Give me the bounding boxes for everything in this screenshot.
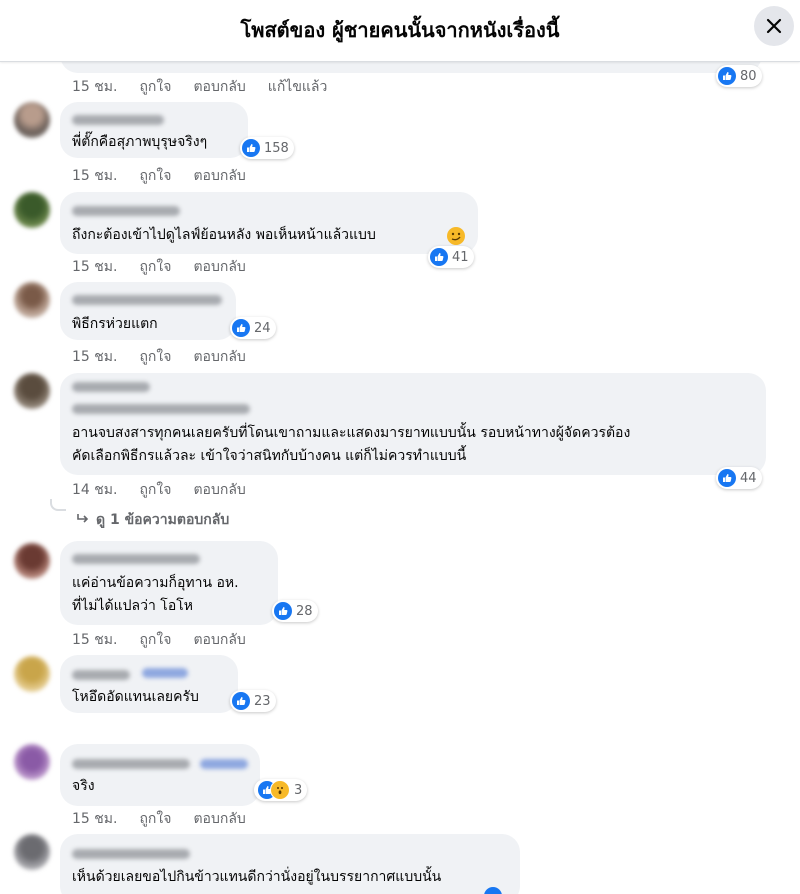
commenter-name[interactable] [72, 554, 200, 564]
reaction-count[interactable]: 24 [230, 317, 276, 339]
comment-text: ถึงกะต้องเข้าไปดูไลฟ์ย้อนหลัง พอเห็นหน้า… [72, 227, 376, 243]
reply-arrow-icon [77, 514, 89, 523]
reaction-count[interactable]: 158 [240, 137, 294, 159]
reply-link[interactable]: ตอบกลับ [193, 349, 245, 365]
reaction-count[interactable]: 23 [230, 690, 276, 712]
wow-reaction-icon [270, 780, 290, 800]
avatar[interactable] [14, 656, 50, 692]
reaction-count[interactable]: 44 [716, 467, 762, 489]
comment-time[interactable]: 15 ชม. [72, 632, 117, 648]
like-link[interactable]: ถูกใจ [139, 482, 171, 498]
reaction-count-text: 28 [296, 603, 313, 619]
comment-actions: 14 ชม. ถูกใจ ตอบกลับ [72, 479, 268, 501]
close-button[interactable] [754, 6, 794, 46]
comment-bubble [60, 61, 762, 73]
avatar[interactable] [14, 834, 50, 870]
reply-link[interactable]: ตอบกลับ [193, 79, 245, 95]
commenter-name[interactable] [72, 295, 222, 305]
commenter-badge [142, 668, 188, 678]
like-reaction-icon [274, 602, 292, 620]
like-link[interactable]: ถูกใจ [139, 168, 171, 184]
comment-actions: 15 ชม. ถูกใจ ตอบกลับ [72, 629, 268, 651]
dialog-header: โพสต์ของ ผู้ชายคนนั้นจากหนังเรื่องนี้ [0, 0, 800, 62]
like-reaction-icon [718, 469, 736, 487]
like-link[interactable]: ถูกใจ [139, 259, 171, 275]
like-link[interactable]: ถูกใจ [139, 79, 171, 95]
comment-text: จริง [72, 778, 95, 794]
edited-label: แก้ไขแล้ว [267, 79, 328, 95]
like-reaction-icon [232, 692, 250, 710]
comment-text-line: คัดเลือกพิธีกรแล้วละ เข้าใจว่าสนิทกับบ้า… [72, 448, 467, 464]
comment-text: โหอึดอัดแทนเลยครับ [72, 689, 199, 705]
reply-link[interactable]: ตอบกลับ [193, 811, 245, 827]
reply-thread-line [50, 499, 66, 511]
commenter-name[interactable] [72, 206, 180, 216]
reply-link[interactable]: ตอบกลับ [193, 632, 245, 648]
comment-time[interactable]: 15 ชม. [72, 259, 117, 275]
like-reaction-icon [718, 67, 736, 85]
commenter-name[interactable] [72, 849, 190, 859]
like-reaction-icon [430, 248, 448, 266]
comment-actions: 15 ชม. ถูกใจ ตอบกลับ [72, 346, 268, 368]
reaction-count-text: 158 [264, 140, 289, 156]
reaction-count-text: 23 [254, 693, 271, 709]
avatar[interactable] [14, 744, 50, 780]
like-link[interactable]: ถูกใจ [139, 349, 171, 365]
reaction-count[interactable]: 3 [254, 779, 308, 801]
comment-text-line: แค่อ่านข้อความก็อุทาน อห. [72, 575, 239, 591]
reply-link[interactable]: ตอบกลับ [193, 168, 245, 184]
avatar[interactable] [14, 282, 50, 318]
reaction-count[interactable]: 80 [716, 65, 762, 87]
comment-text-line: อานจบสงสารทุกคนเลยครับที่โดนเขาถามและแสด… [72, 425, 631, 441]
comment-text: พิธีกรห่วยแตก [72, 316, 158, 332]
view-replies-link[interactable]: ดู 1 ข้อความตอบกลับ [76, 509, 229, 531]
reply-link[interactable]: ตอบกลับ [193, 482, 245, 498]
comment-time[interactable]: 14 ชม. [72, 482, 117, 498]
reaction-count-text: 3 [294, 782, 303, 798]
commenter-subtitle [72, 404, 250, 414]
comment-text-line: ที่ไม่ได้แปลว่า โอโห [72, 598, 193, 614]
avatar[interactable] [14, 373, 50, 409]
dialog-title: โพสต์ของ ผู้ชายคนนั้นจากหนังเรื่องนี้ [240, 18, 560, 42]
reaction-count-text: 24 [254, 320, 271, 336]
close-icon [766, 18, 782, 34]
comment-actions: 15 ชม. ถูกใจ ตอบกลับ [72, 256, 268, 278]
comment-text: พี่ตั๊กคือสุภาพบุรุษจริงๆ [72, 134, 208, 150]
smirk-emoji [447, 227, 465, 245]
avatar[interactable] [14, 192, 50, 228]
avatar[interactable] [14, 543, 50, 579]
comment-time[interactable]: 15 ชม. [72, 168, 117, 184]
commenter-badge [200, 759, 248, 769]
avatar[interactable] [14, 102, 50, 138]
commenter-name[interactable] [72, 759, 190, 769]
comments-list[interactable]: 80 15 ชม. ถูกใจ ตอบกลับ แก้ไขแล้ว พี่ตั๊กคื… [0, 61, 800, 894]
like-link[interactable]: ถูกใจ [139, 632, 171, 648]
like-reaction-icon [232, 319, 250, 337]
comment-actions: 15 ชม. ถูกใจ ตอบกลับ [72, 165, 268, 187]
like-reaction-icon [242, 139, 260, 157]
like-link[interactable]: ถูกใจ [139, 811, 171, 827]
reaction-count-text: 44 [740, 470, 757, 486]
reaction-count-text: 80 [740, 68, 757, 84]
reply-link[interactable]: ตอบกลับ [193, 259, 245, 275]
comment-text: เห็นด้วยเลยขอไปกินข้าวแทนดีกว่านั่งอยู่ใ… [72, 869, 442, 885]
commenter-name[interactable] [72, 382, 150, 392]
reaction-count-text: 41 [452, 249, 469, 265]
commenter-name[interactable] [72, 115, 164, 125]
comment-time[interactable]: 15 ชม. [72, 79, 117, 95]
comment-time[interactable]: 15 ชม. [72, 811, 117, 827]
comment-actions: 15 ชม. ถูกใจ ตอบกลับ แก้ไขแล้ว [72, 76, 349, 98]
comment-time[interactable]: 15 ชม. [72, 349, 117, 365]
reaction-count[interactable]: 28 [272, 600, 318, 622]
reaction-count[interactable]: 41 [428, 246, 474, 268]
commenter-name[interactable] [72, 670, 130, 680]
comment-actions: 15 ชม. ถูกใจ ตอบกลับ [72, 808, 268, 830]
